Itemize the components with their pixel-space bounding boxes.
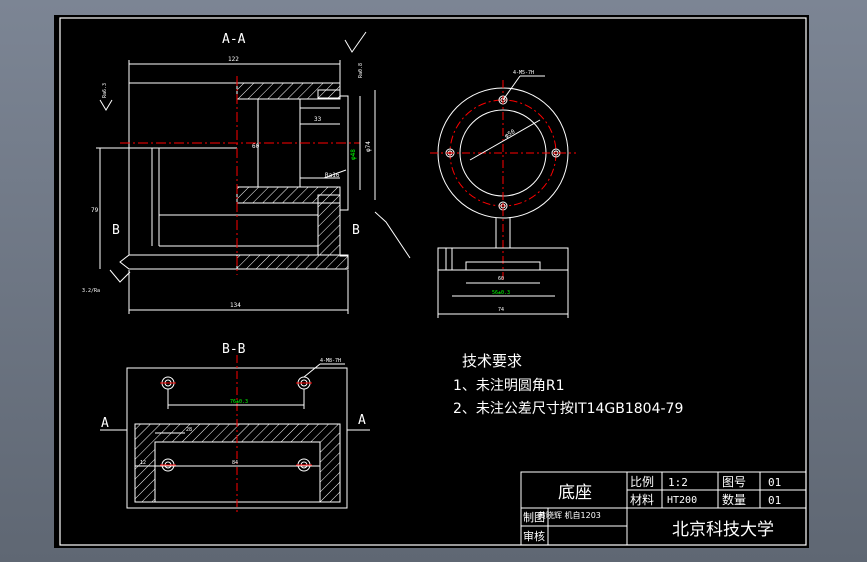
notes-heading: 技术要求 xyxy=(462,352,522,370)
aa-hatch-upper xyxy=(236,82,341,100)
aa-title: A-A xyxy=(222,32,246,47)
dim-dia-74: φ74 xyxy=(365,141,372,152)
finish-ra-top: Ra0.8 xyxy=(358,63,364,78)
notes-line-2: 2、未注公差尺寸按IT14GB1804-79 xyxy=(453,401,683,417)
side-dim-60: 60 xyxy=(498,276,504,282)
finish-ra-bottom: 3.2/Ra xyxy=(82,288,100,294)
dim-height-left: 79 xyxy=(91,207,99,214)
engineering-drawing: A-A 122 134 79 60 33 φ74 φ48 Ra0.8 Ra16 … xyxy=(54,15,809,548)
checked-label: 审核 xyxy=(523,529,545,543)
dim-inner-width: 33 xyxy=(314,116,322,123)
dim-dia-48: φ48 xyxy=(350,149,357,160)
scale-value: 1:2 xyxy=(668,476,688,489)
label-b-right: B xyxy=(352,223,360,238)
material-label: 材料 xyxy=(630,493,654,507)
dim-bottom-width: 134 xyxy=(230,302,241,309)
label-a-left: A xyxy=(101,416,109,431)
bb-dim-28: 28 xyxy=(186,427,192,433)
school-name: 北京科技大学 xyxy=(672,520,774,540)
side-holes-label: 4-M5-7H xyxy=(513,70,534,76)
finish-ra-left: Ra6.3 xyxy=(102,83,108,98)
drawing-no-label: 图号 xyxy=(722,475,746,489)
quantity-label: 数量 xyxy=(722,492,746,507)
side-dim-74: 74 xyxy=(498,307,504,313)
bb-dim-84: 84 xyxy=(232,460,238,466)
bb-title: B-B xyxy=(222,342,246,357)
bb-dim-76: 76±0.3 xyxy=(230,399,248,405)
material-value: HT200 xyxy=(667,495,697,506)
scale-label: 比例 xyxy=(630,475,654,489)
drawing-no-value: 01 xyxy=(768,476,781,489)
notes-line-1: 1、未注明圆角R1 xyxy=(453,378,565,394)
finish-ra-mid: Ra16 xyxy=(325,172,340,179)
dim-top-width: 122 xyxy=(228,56,239,63)
bb-dim-12: 12 xyxy=(140,460,146,466)
side-dim-56: 56±0.3 xyxy=(492,290,510,296)
label-a-right: A xyxy=(358,413,366,428)
dim-bore-depth: 60 xyxy=(252,143,260,150)
drawn-by-value: 黄晓辉 机自1203 xyxy=(538,510,601,520)
part-name: 底座 xyxy=(558,483,592,503)
quantity-value: 01 xyxy=(768,494,781,507)
label-b-left: B xyxy=(112,223,120,238)
bb-holes-label: 4-M8-7H xyxy=(320,358,341,364)
aa-hatch-base xyxy=(236,254,349,270)
aa-hatch-web xyxy=(317,202,341,256)
